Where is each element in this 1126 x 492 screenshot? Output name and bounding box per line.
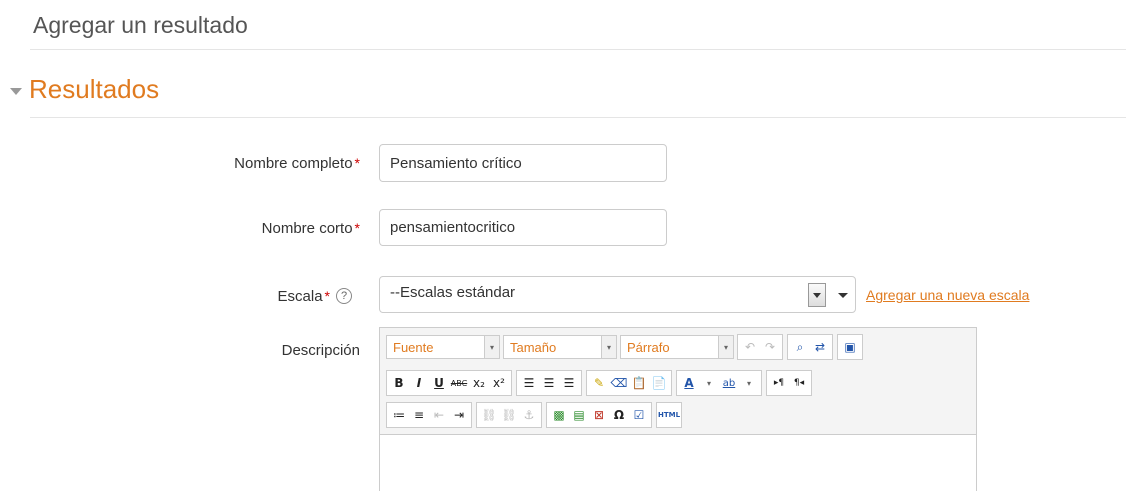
replace-icon[interactable]: ⇄: [810, 337, 830, 357]
scale-select[interactable]: --Escalas estándar: [379, 276, 856, 313]
outdent-icon[interactable]: ⇤: [429, 405, 449, 425]
bold-icon[interactable]: B: [389, 373, 409, 393]
heading-divider: [30, 49, 1126, 50]
section-toggle[interactable]: Resultados: [10, 74, 159, 105]
full-name-label-text: Nombre completo: [234, 154, 353, 172]
description-label: Descripción: [30, 339, 360, 361]
chevron-down-icon[interactable]: [838, 293, 848, 298]
help-icon[interactable]: ?: [336, 288, 352, 304]
direction-group: ▸¶ ¶◂: [766, 370, 812, 396]
section-divider: [30, 117, 1126, 118]
font-family-label: Fuente: [393, 339, 434, 355]
format-dropdown[interactable]: Párrafo ▾: [620, 335, 734, 359]
rtl-icon[interactable]: ¶◂: [789, 373, 809, 393]
font-size-dropdown[interactable]: Tamaño ▾: [503, 335, 617, 359]
table-icon[interactable]: ☑: [629, 405, 649, 425]
special-char-icon[interactable]: Ω: [609, 405, 629, 425]
collapse-caret-icon[interactable]: [10, 87, 22, 95]
add-new-scale-link[interactable]: Agregar una nueva escala: [866, 287, 1029, 303]
underline-icon[interactable]: U: [429, 373, 449, 393]
anchor-icon[interactable]: ⚓: [519, 405, 539, 425]
paste-word-icon[interactable]: 📄: [649, 373, 669, 393]
media-icon[interactable]: ▤: [569, 405, 589, 425]
chevron-down-icon[interactable]: ▾: [484, 336, 499, 358]
required-icon: *: [354, 220, 360, 236]
align-group: ☰ ☰ ☰: [516, 370, 582, 396]
fullscreen-group: ▣: [837, 334, 863, 360]
editor-toolbar: Fuente ▾ Tamaño ▾ Párrafo ▾ ↶ ↷ ⌕ ⇄ ▣ B …: [380, 328, 976, 435]
font-family-dropdown[interactable]: Fuente ▾: [386, 335, 500, 359]
scale-select-value: --Escalas estándar: [390, 284, 516, 301]
redo-icon[interactable]: ↷: [760, 337, 780, 357]
short-name-label: Nombre corto *: [30, 217, 360, 239]
strikethrough-icon[interactable]: ABC: [449, 373, 469, 393]
highlight-color-icon[interactable]: ab: [719, 373, 739, 393]
clean-format-icon[interactable]: ✎: [589, 373, 609, 393]
bullet-list-icon[interactable]: ≔: [389, 405, 409, 425]
format-label: Párrafo: [627, 339, 670, 355]
list-group: ≔ ≡ ⇤ ⇥: [386, 402, 472, 428]
link-icon[interactable]: ⛓: [479, 405, 499, 425]
history-group: ↶ ↷: [737, 334, 783, 360]
align-center-icon[interactable]: ☰: [539, 373, 559, 393]
find-icon[interactable]: ⌕: [790, 337, 810, 357]
select-dropdown-button-icon[interactable]: [808, 283, 826, 307]
toolbar-row-1: Fuente ▾ Tamaño ▾ Párrafo ▾ ↶ ↷ ⌕ ⇄ ▣: [386, 334, 867, 360]
editor-content-area[interactable]: [380, 435, 976, 492]
description-editor[interactable]: Fuente ▾ Tamaño ▾ Párrafo ▾ ↶ ↷ ⌕ ⇄ ▣ B …: [379, 327, 977, 492]
short-name-label-text: Nombre corto: [261, 219, 353, 237]
ltr-icon[interactable]: ▸¶: [769, 373, 789, 393]
link-group: ⛓ ⛓ ⚓: [476, 402, 542, 428]
chevron-down-icon[interactable]: ▾: [739, 373, 759, 393]
toolbar-row-2: B I U ABC x₂ x² ☰ ☰ ☰ ✎ ⌫ 📋 📄 A ▾ ab ▾ ▸…: [386, 370, 816, 396]
superscript-icon[interactable]: x²: [489, 373, 509, 393]
manage-files-icon[interactable]: ⊠: [589, 405, 609, 425]
page: Agregar un resultado Resultados Nombre c…: [0, 0, 1126, 492]
toolbar-row-3: ≔ ≡ ⇤ ⇥ ⛓ ⛓ ⚓ ▩ ▤ ⊠ Ω ☑ HTML: [386, 402, 686, 428]
scale-label-text: Escala: [277, 287, 323, 305]
font-size-label: Tamaño: [510, 339, 557, 355]
paste-text-icon[interactable]: 📋: [629, 373, 649, 393]
html-group: HTML: [656, 402, 682, 428]
scale-label: Escala * ?: [30, 285, 352, 307]
indent-icon[interactable]: ⇥: [449, 405, 469, 425]
italic-icon[interactable]: I: [409, 373, 429, 393]
description-label-text: Descripción: [281, 341, 360, 359]
text-style-group: B I U ABC x₂ x²: [386, 370, 512, 396]
required-icon: *: [354, 155, 360, 171]
required-icon: *: [324, 288, 330, 304]
numbered-list-icon[interactable]: ≡: [409, 405, 429, 425]
full-name-label: Nombre completo *: [30, 152, 360, 174]
html-source-icon[interactable]: HTML: [658, 405, 680, 425]
page-heading: Agregar un resultado: [33, 12, 248, 38]
subscript-icon[interactable]: x₂: [469, 373, 489, 393]
text-color-icon[interactable]: A: [679, 373, 699, 393]
undo-icon[interactable]: ↶: [740, 337, 760, 357]
chevron-down-icon[interactable]: ▾: [601, 336, 616, 358]
chevron-down-icon[interactable]: ▾: [699, 373, 719, 393]
fullscreen-icon[interactable]: ▣: [840, 337, 860, 357]
eraser-icon[interactable]: ⌫: [609, 373, 629, 393]
align-right-icon[interactable]: ☰: [559, 373, 579, 393]
chevron-down-icon[interactable]: ▾: [718, 336, 733, 358]
align-left-icon[interactable]: ☰: [519, 373, 539, 393]
full-name-input[interactable]: [379, 144, 667, 182]
image-icon[interactable]: ▩: [549, 405, 569, 425]
short-name-input[interactable]: [379, 209, 667, 246]
unlink-icon[interactable]: ⛓: [499, 405, 519, 425]
search-group: ⌕ ⇄: [787, 334, 833, 360]
section-title[interactable]: Resultados: [29, 74, 159, 105]
color-group: A ▾ ab ▾: [676, 370, 762, 396]
insert-group: ▩ ▤ ⊠ Ω ☑: [546, 402, 652, 428]
clipboard-group: ✎ ⌫ 📋 📄: [586, 370, 672, 396]
